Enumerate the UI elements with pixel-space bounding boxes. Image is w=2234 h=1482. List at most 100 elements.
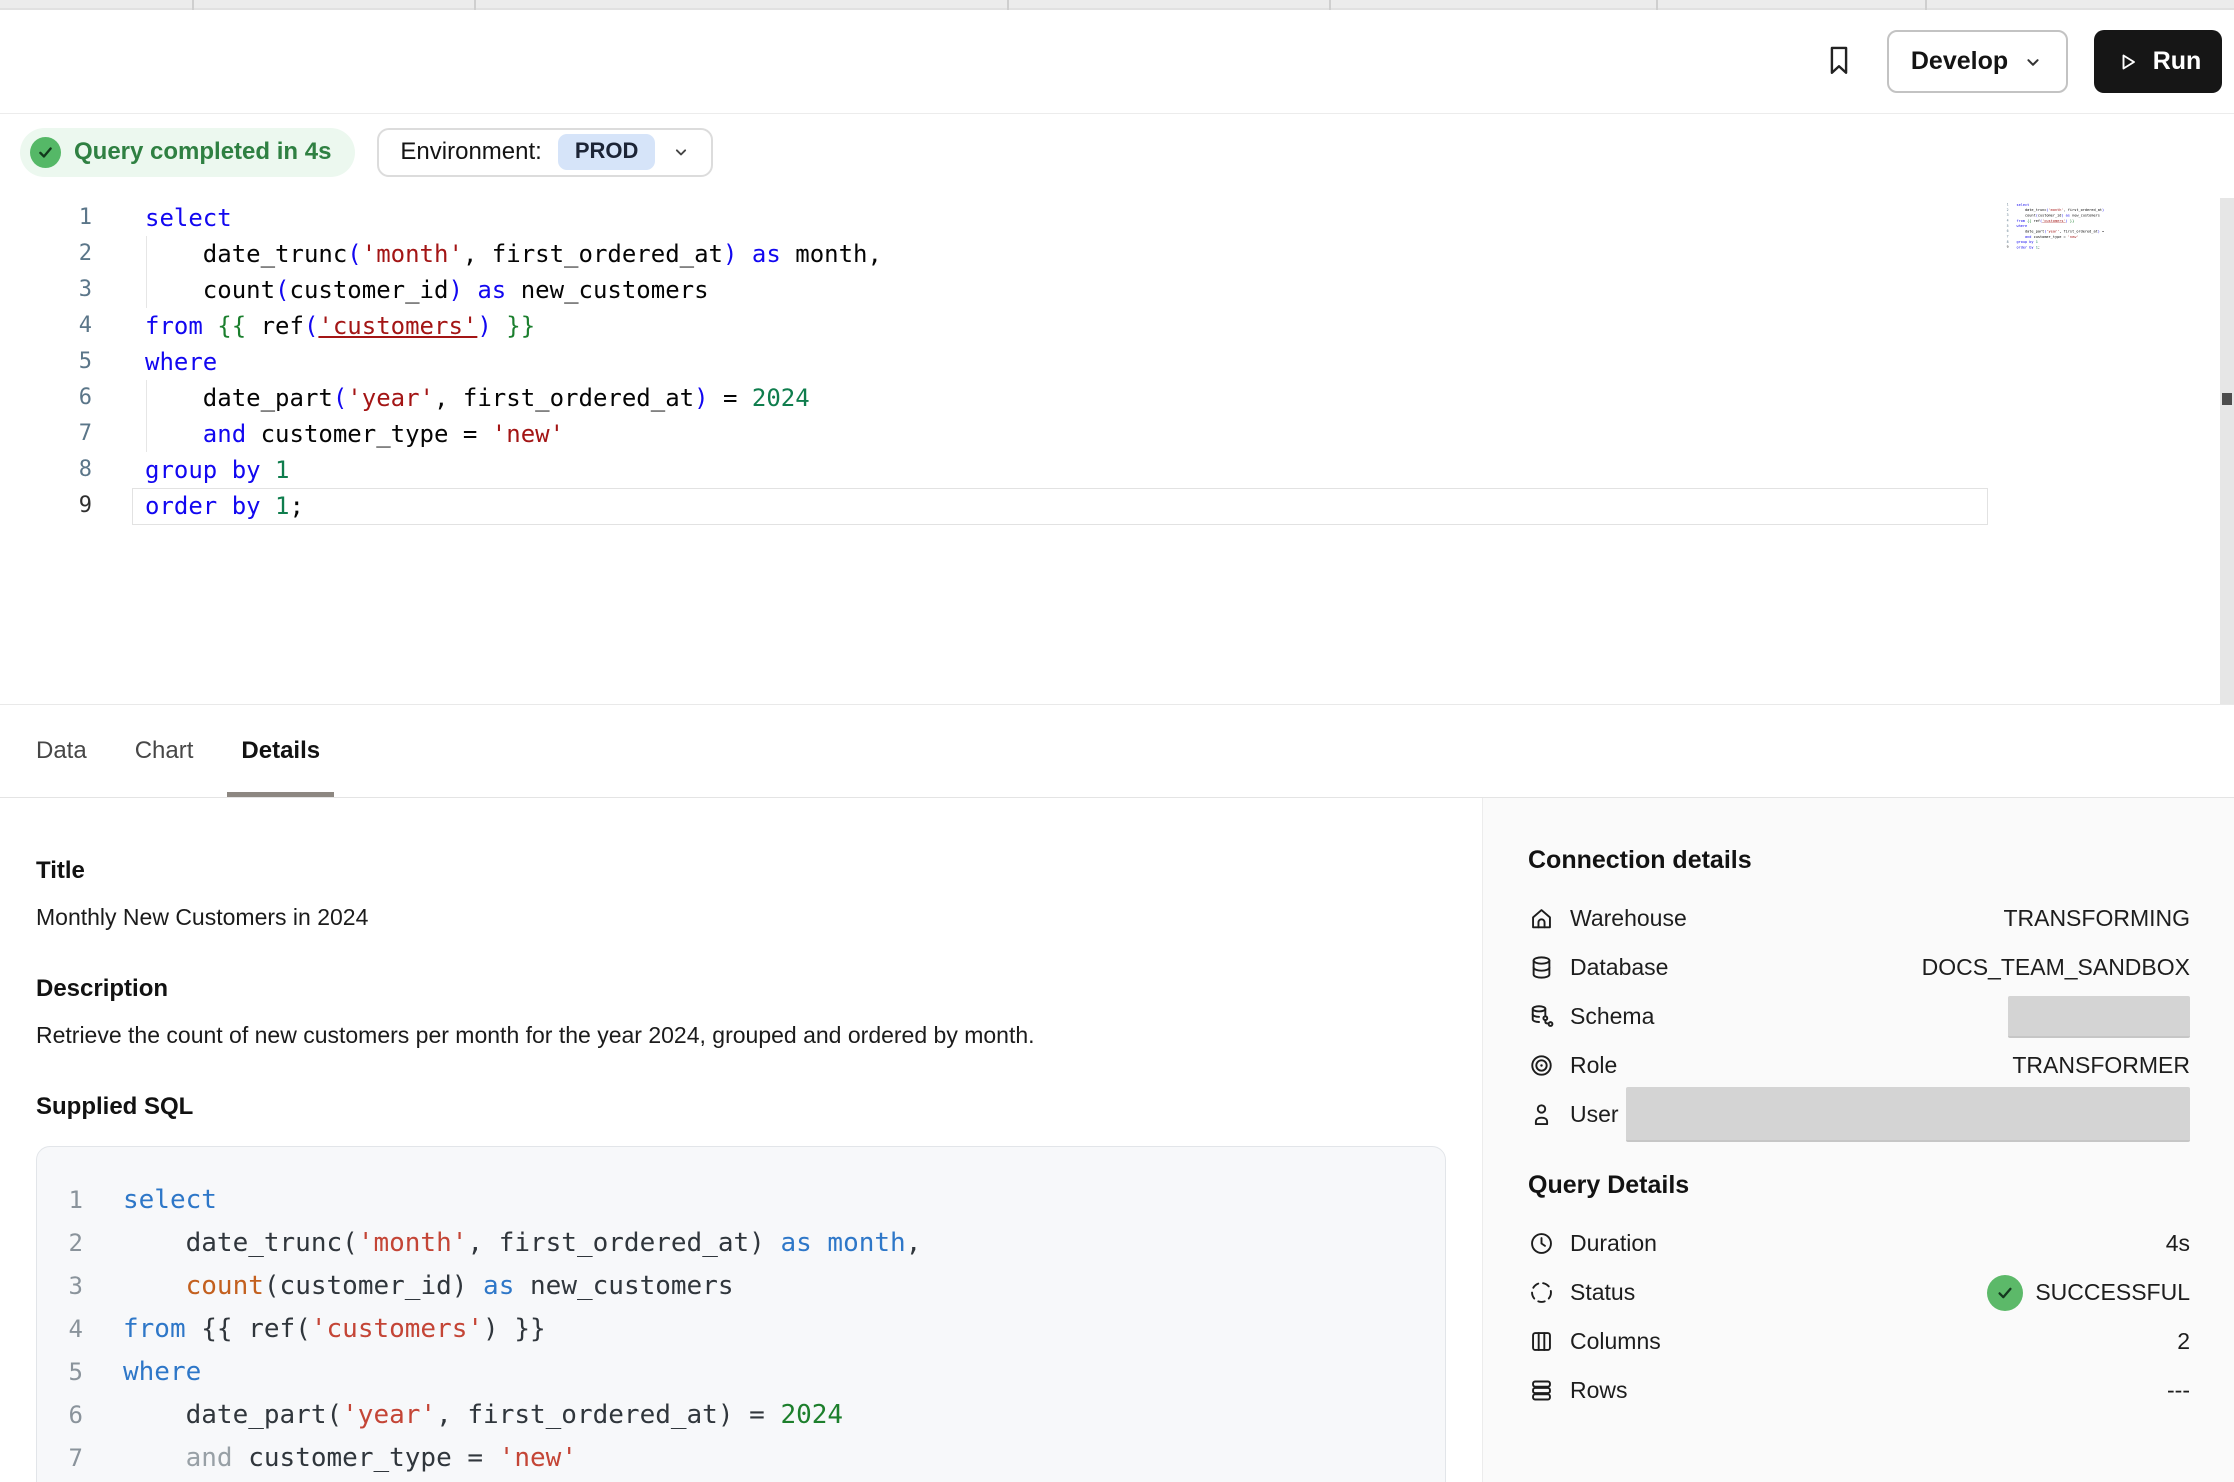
detail-label: Warehouse — [1570, 905, 1687, 932]
tab-divider — [474, 0, 476, 10]
line-number: 3 — [37, 1265, 83, 1308]
query-status-text: Query completed in 4s — [74, 138, 331, 166]
line-number: 1 — [0, 200, 92, 236]
detail-row-warehouse: Warehouse TRANSFORMING — [1528, 894, 2190, 943]
code-line: 5where — [37, 1351, 1445, 1394]
detail-label: User — [1570, 1101, 1619, 1128]
details-document: Title Monthly New Customers in 2024 Desc… — [0, 798, 1482, 1482]
tab-divider — [192, 0, 194, 10]
success-check-icon — [1987, 1275, 2023, 1311]
user-icon — [1528, 1101, 1555, 1128]
detail-value-text: 4s — [2166, 1230, 2190, 1257]
code-text: count(customer_id) as new_customers — [123, 1265, 734, 1308]
code-text: where — [145, 344, 217, 380]
run-button[interactable]: Run — [2094, 30, 2222, 93]
code-line[interactable]: 9order by 1; — [0, 488, 2234, 524]
check-circle-icon — [30, 137, 61, 168]
editor-scrollbar[interactable] — [2220, 198, 2234, 704]
scrollbar-thumb[interactable] — [2222, 393, 2232, 405]
code-line: 7 and customer_type = 'new' — [37, 1437, 1445, 1480]
detail-value — [1626, 1087, 2190, 1142]
description-heading: Description — [36, 974, 1482, 1004]
detail-value: DOCS_TEAM_SANDBOX — [1922, 954, 2190, 981]
detail-row-status: Status SUCCESSFUL — [1528, 1268, 2190, 1317]
code-text: count(customer_id) as new_customers — [145, 272, 709, 308]
detail-row-columns: Columns 2 — [1528, 1317, 2190, 1366]
duration-icon — [1528, 1230, 1555, 1257]
code-text: date_part('year', first_ordered_at) = 20… — [145, 380, 810, 416]
code-line[interactable]: 4from {{ ref('customers') }} — [0, 308, 2234, 344]
code-line[interactable]: 8group by 1 — [0, 452, 2234, 488]
code-line[interactable]: 7 and customer_type = 'new' — [0, 416, 2234, 452]
tab-label: Data — [36, 737, 87, 765]
detail-row-user: User — [1528, 1090, 2190, 1139]
detail-label: Schema — [1570, 1003, 1654, 1030]
detail-value-text: TRANSFORMING — [2003, 905, 2190, 932]
result-tab-bar: Data Chart Details — [0, 704, 2234, 798]
tab-divider — [1656, 0, 1658, 10]
line-number: 3 — [0, 272, 92, 308]
code-text: where — [123, 1351, 201, 1394]
detail-row-database: Database DOCS_TEAM_SANDBOX — [1528, 943, 2190, 992]
minimap-content: 1select2 date_trunc('month', first_order… — [1995, 202, 2105, 250]
code-line[interactable]: 6 date_part('year', first_ordered_at) = … — [0, 380, 2234, 416]
code-text: select — [145, 200, 232, 236]
develop-button[interactable]: Develop — [1887, 30, 2068, 93]
code-line[interactable]: 3 count(customer_id) as new_customers — [0, 272, 2234, 308]
environment-label: Environment: — [400, 138, 541, 166]
environment-select[interactable]: Environment: PROD — [377, 128, 713, 177]
line-number: 9 — [1995, 245, 2009, 250]
supplied-sql-code-block: 1select2 date_trunc('month', first_order… — [36, 1146, 1446, 1482]
line-number: 1 — [37, 1179, 83, 1222]
detail-value-text: SUCCESSFUL — [2035, 1279, 2190, 1306]
line-number: 9 — [0, 488, 92, 524]
detail-value: SUCCESSFUL — [1987, 1275, 2190, 1311]
top-tab-strip[interactable] — [0, 0, 2234, 10]
tab-divider — [1329, 0, 1331, 10]
code-text: group by 1 — [145, 452, 290, 488]
details-content: Title Monthly New Customers in 2024 Desc… — [0, 798, 2234, 1482]
bookmark-button[interactable] — [1817, 40, 1861, 84]
detail-row-duration: Duration4s — [1528, 1219, 2190, 1268]
code-line[interactable]: 2 date_trunc('month', first_ordered_at) … — [0, 236, 2234, 272]
query-status-pill: Query completed in 4s — [20, 128, 355, 177]
warehouse-icon — [1528, 905, 1555, 932]
code-line: 9order by 1; — [1995, 245, 2105, 250]
code-text: from {{ ref('customers') }} — [123, 1308, 546, 1351]
detail-row-role: RoleTRANSFORMER — [1528, 1041, 2190, 1090]
detail-value-text: DOCS_TEAM_SANDBOX — [1922, 954, 2190, 981]
line-number: 7 — [37, 1437, 83, 1480]
detail-label: Status — [1570, 1279, 1635, 1306]
tab-data[interactable]: Data — [36, 705, 87, 797]
code-editor[interactable]: 1 select2 date_trunc('month', first_order… — [0, 190, 2234, 704]
detail-value: 2 — [2177, 1328, 2190, 1355]
code-line: 2 date_trunc('month', first_ordered_at) … — [37, 1222, 1445, 1265]
detail-row-schema: Schema — [1528, 992, 2190, 1041]
tab-divider — [1925, 0, 1927, 10]
code-text: and customer_type = 'new' — [123, 1437, 577, 1480]
active-tab-underline — [227, 792, 334, 797]
detail-value-text: --- — [2167, 1377, 2190, 1404]
columns-icon — [1528, 1328, 1555, 1355]
detail-label: Role — [1570, 1052, 1617, 1079]
detail-label: Database — [1570, 954, 1668, 981]
code-text: from {{ ref('customers') }} — [145, 308, 535, 344]
line-number: 2 — [37, 1222, 83, 1265]
code-line[interactable]: 5where — [0, 344, 2234, 380]
tab-chart[interactable]: Chart — [135, 705, 194, 797]
chevron-down-icon — [2022, 51, 2044, 73]
detail-label: Columns — [1570, 1328, 1661, 1355]
redacted-value — [1626, 1087, 2190, 1142]
redacted-value — [2008, 996, 2190, 1038]
code-text: and customer_type = 'new' — [145, 416, 564, 452]
tab-details[interactable]: Details — [241, 705, 320, 797]
database-icon — [1528, 954, 1555, 981]
minimap[interactable]: 1select2 date_trunc('month', first_order… — [1995, 202, 2105, 264]
connection-details-heading: Connection details — [1528, 846, 2190, 874]
code-line[interactable]: 1 select — [0, 200, 2234, 236]
line-number: 6 — [37, 1394, 83, 1437]
status-icon — [1528, 1279, 1555, 1306]
title-heading: Title — [36, 856, 1482, 886]
bookmark-icon — [1822, 43, 1856, 80]
chevron-down-icon — [671, 142, 691, 162]
